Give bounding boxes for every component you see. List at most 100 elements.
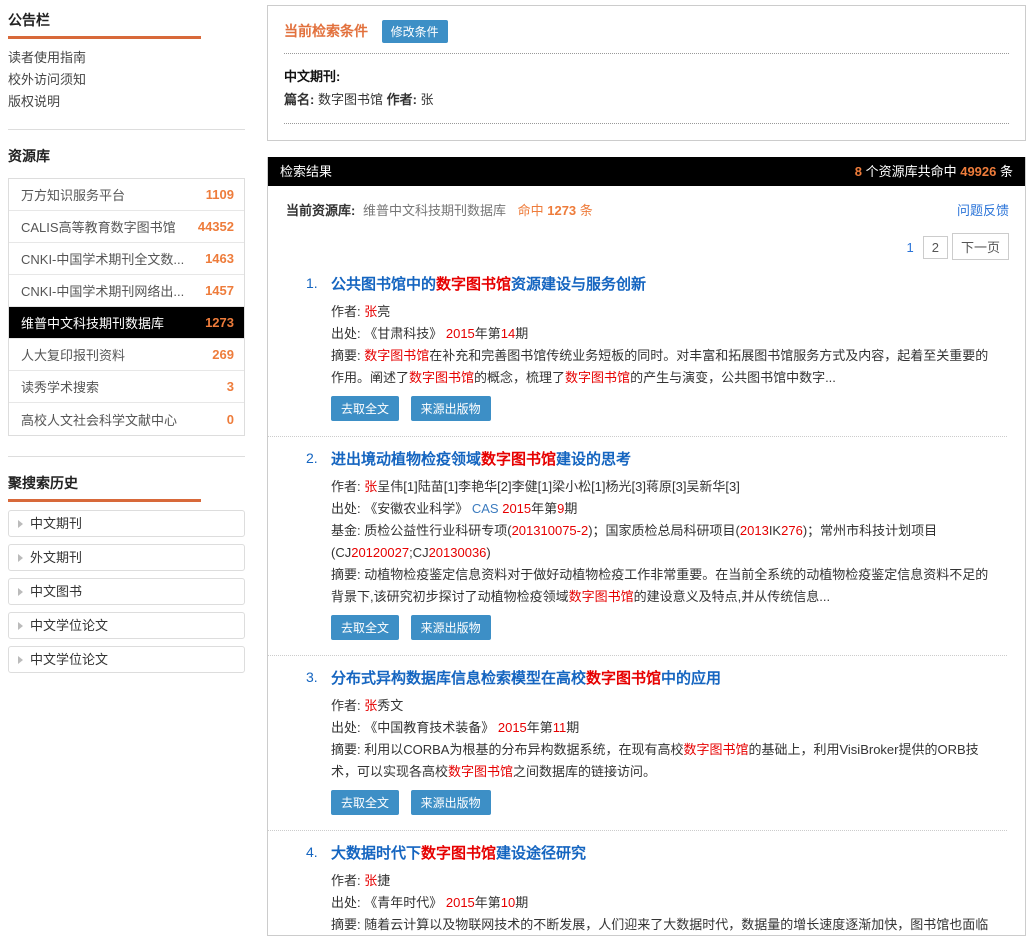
history-label: 中文学位论文 bbox=[30, 652, 108, 667]
text-segment: 命中 bbox=[518, 203, 548, 218]
get-fulltext-button[interactable]: 去取全文 bbox=[331, 615, 399, 640]
text-segment: 11 bbox=[553, 720, 567, 735]
condition-title: 当前检索条件 bbox=[284, 23, 368, 39]
resource-label: CALIS高等教育数字图书馆 bbox=[21, 217, 176, 236]
text-segment: 10 bbox=[501, 895, 515, 910]
resource-label: 维普中文科技期刊数据库 bbox=[21, 313, 164, 332]
result-meta-line: 出处: 《青年时代》 2015年第10期 bbox=[331, 892, 997, 914]
result-number: 1. bbox=[306, 275, 318, 291]
result-title-link[interactable]: 进出境动植物检疫领域数字图书馆建设的思考 bbox=[331, 450, 997, 470]
notice-link[interactable]: 版权说明 bbox=[8, 91, 245, 113]
text-segment: 2015 bbox=[446, 326, 475, 341]
resource-label: 人大复印报刊资料 bbox=[21, 345, 125, 364]
results-list: 1. 公共图书馆中的数字图书馆资源建设与服务创新 作者: 张亮出处: 《甘肃科技… bbox=[268, 262, 1025, 936]
text-segment: 数字图书馆 bbox=[318, 92, 387, 107]
text-segment: 年第 bbox=[527, 720, 553, 735]
history-item[interactable]: 中文期刊 bbox=[8, 510, 245, 537]
text-segment: 14 bbox=[501, 326, 515, 341]
meta-label: 作者: bbox=[331, 304, 364, 319]
text-segment: 张 bbox=[364, 304, 377, 319]
text-segment: CAS bbox=[472, 501, 499, 516]
resource-hit-count: 1457 bbox=[205, 283, 234, 298]
condition-query: 篇名: 数字图书馆 作者: 张 bbox=[284, 89, 1009, 124]
text-segment: 亮 bbox=[377, 304, 390, 319]
sidebar-divider-2 bbox=[8, 456, 245, 457]
meta-label: 作者: bbox=[331, 873, 364, 888]
result-item: 2. 进出境动植物检疫领域数字图书馆建设的思考 作者: 张呈伟[1]陆苗[1]李… bbox=[268, 437, 1007, 656]
current-resource-value: 维普中文科技期刊数据库 bbox=[363, 203, 506, 218]
text-segment: 大数据时代下 bbox=[331, 845, 421, 862]
sidebar-divider bbox=[8, 129, 245, 130]
result-item: 3. 分布式异构数据库信息检索模型在高校数字图书馆中的应用 作者: 张秀文出处:… bbox=[268, 656, 1007, 831]
result-meta-line: 基金: 质检公益性行业科研专项(201310075-2)；国家质检总局科研项目(… bbox=[331, 520, 997, 564]
resource-hit-count: 1463 bbox=[205, 251, 234, 266]
resource-item[interactable]: CNKI-中国学术期刊全文数... 1463 bbox=[9, 243, 244, 275]
result-title-link[interactable]: 公共图书馆中的数字图书馆资源建设与服务创新 bbox=[331, 275, 997, 295]
resource-list: 万方知识服务平台1109 CALIS高等教育数字图书馆 44352 CNKI-中国学术… bbox=[8, 178, 245, 436]
result-buttons: 去取全文 来源出版物 bbox=[331, 396, 997, 421]
resource-label: 高校人文社会科学文献中心 bbox=[21, 410, 177, 429]
resource-item[interactable]: CALIS高等教育数字图书馆 44352 bbox=[9, 211, 244, 243]
resource-item[interactable]: 读秀学术搜索3 bbox=[9, 371, 244, 403]
resource-list-title: 资源库 bbox=[8, 144, 245, 172]
result-number: 4. bbox=[306, 844, 318, 860]
notice-links: 读者使用指南校外访问须知版权说明 bbox=[8, 47, 245, 113]
text-segment: 20120027 bbox=[351, 545, 409, 560]
history-item[interactable]: 中文学位论文 bbox=[8, 646, 245, 673]
result-buttons: 去取全文 来源出版物 bbox=[331, 790, 997, 815]
result-meta-line: 出处: 《甘肃科技》 2015年第14期 bbox=[331, 323, 997, 345]
history-item[interactable]: 中文图书 bbox=[8, 578, 245, 605]
notice-link[interactable]: 校外访问须知 bbox=[8, 69, 245, 91]
resource-label: CNKI-中国学术期刊全文数... bbox=[21, 249, 184, 268]
text-segment: 的概念，梳理了 bbox=[474, 370, 565, 385]
text-segment: 之间数据库的链接访问。 bbox=[513, 764, 656, 779]
feedback-link[interactable]: 问题反馈 bbox=[957, 200, 1009, 219]
source-publication-button[interactable]: 来源出版物 bbox=[411, 790, 491, 815]
text-segment: ) bbox=[486, 545, 490, 560]
source-publication-button[interactable]: 来源出版物 bbox=[411, 615, 491, 640]
resource-item[interactable]: 高校人文社会科学文献中心0 bbox=[9, 403, 244, 435]
text-segment: 张 bbox=[364, 479, 377, 494]
text-segment: 个资源库共命中 bbox=[862, 164, 960, 179]
text-segment: 数字图书馆 bbox=[448, 764, 513, 779]
notice-link[interactable]: 读者使用指南 bbox=[8, 47, 245, 69]
text-segment: 条 bbox=[996, 164, 1013, 179]
result-title-link[interactable]: 分布式异构数据库信息检索模型在高校数字图书馆中的应用 bbox=[331, 669, 997, 689]
meta-label: 出处: bbox=[331, 720, 364, 735]
text-segment: )；国家质检总局科研项目( bbox=[588, 523, 740, 538]
get-fulltext-button[interactable]: 去取全文 bbox=[331, 790, 399, 815]
notice-board-title: 公告栏 bbox=[8, 8, 245, 36]
expand-arrow-icon bbox=[18, 554, 23, 562]
source-publication-button[interactable]: 来源出版物 bbox=[411, 396, 491, 421]
text-segment: 捷 bbox=[377, 873, 390, 888]
resource-item[interactable]: 万方知识服务平台1109 bbox=[9, 179, 244, 211]
resource-hit-count: 44352 bbox=[198, 219, 234, 234]
page-current[interactable]: 1 bbox=[902, 237, 919, 258]
result-buttons: 去取全文 来源出版物 bbox=[331, 615, 997, 640]
resource-item[interactable]: 人大复印报刊资料269 bbox=[9, 339, 244, 371]
meta-label: 摘要: bbox=[331, 742, 364, 757]
text-segment: 的建设意义及特点,并从传统信息... bbox=[634, 589, 830, 604]
modify-condition-button[interactable]: 修改条件 bbox=[382, 20, 448, 43]
resource-item[interactable]: CNKI-中国学术期刊网络出...1457 bbox=[9, 275, 244, 307]
history-label: 中文期刊 bbox=[30, 516, 82, 531]
next-page-button[interactable]: 下一页 bbox=[952, 233, 1009, 260]
history-item[interactable]: 外文期刊 bbox=[8, 544, 245, 571]
result-title-link[interactable]: 大数据时代下数字图书馆建设途径研究 bbox=[331, 844, 997, 864]
text-segment: 《甘肃科技》 bbox=[364, 326, 446, 341]
result-number: 2. bbox=[306, 450, 318, 466]
text-segment: 秀文 bbox=[377, 698, 403, 713]
page-link[interactable]: 2 bbox=[923, 236, 948, 259]
text-segment: 张 bbox=[421, 92, 434, 107]
get-fulltext-button[interactable]: 去取全文 bbox=[331, 396, 399, 421]
text-segment: 进出境动植物检疫领域 bbox=[331, 451, 481, 468]
resource-item-selected[interactable]: 维普中文科技期刊数据库1273 bbox=[9, 307, 244, 339]
text-segment: 篇名: bbox=[284, 92, 318, 107]
result-meta-line: 摘要: 随着云计算以及物联网技术的不断发展，人们迎来了大数据时代，数据量的增长速… bbox=[331, 914, 997, 936]
text-segment: 期 bbox=[515, 326, 528, 341]
text-segment: 276 bbox=[781, 523, 803, 538]
text-segment: 随着云计算以及物联网技术的不断发展，人们迎来了大数据时代，数据量的增长速度逐渐加… bbox=[331, 917, 988, 936]
text-segment: 张 bbox=[364, 873, 377, 888]
history-item[interactable]: 中文学位论文 bbox=[8, 612, 245, 639]
text-segment: 利用以CORBA为根基的分布异构数据系统，在现有高校 bbox=[364, 742, 683, 757]
